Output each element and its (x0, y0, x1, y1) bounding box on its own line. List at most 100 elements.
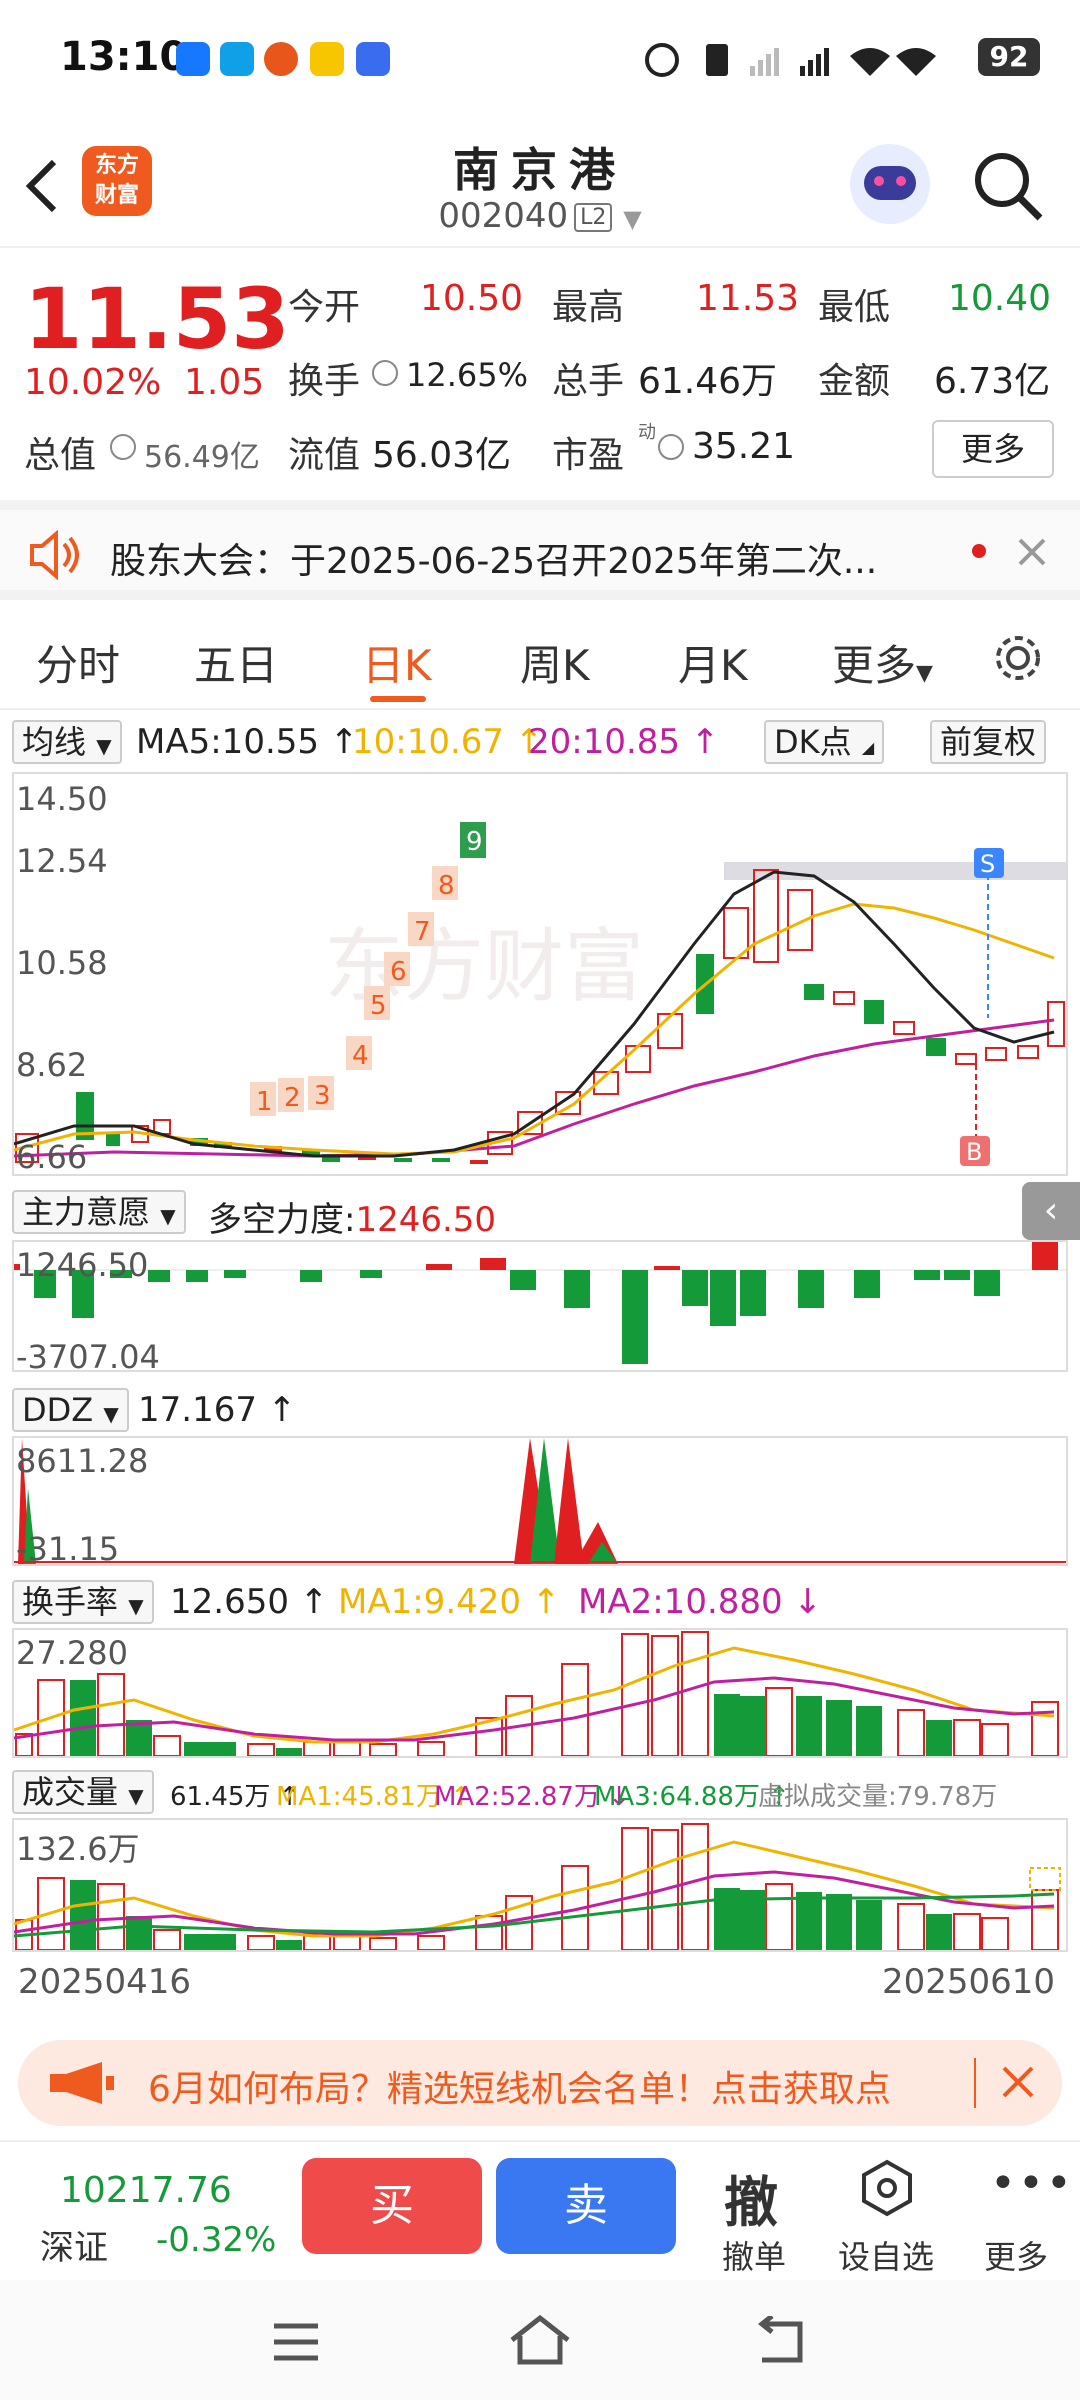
main-force-legend: 主力意愿 ▼ 多空力度:1246.50 ‹ (0, 1182, 1080, 1242)
tab-monthly-k[interactable]: 月K (678, 632, 748, 693)
app-notification-icon (356, 42, 390, 76)
signal-9: 9 (466, 827, 483, 857)
start-date: 20250416 (18, 1962, 192, 2002)
volume-legend: 成交量 ▼ 61.45万 ↑ MA1:45.81万 ↑ MA2:52.87万 ↓… (0, 1762, 1080, 1822)
period-tabs: 分时 五日 日K 周K 月K 更多▼ (0, 610, 1080, 710)
dropdown-icon: ▼ (623, 205, 642, 233)
amount-label: 金额 (818, 361, 891, 402)
svg-text:B: B (966, 1138, 982, 1166)
main-force-label: 多空力度:1246.50 (208, 1200, 497, 1240)
y-label-top: 27.280 (16, 1634, 128, 1672)
y-label-bottom: -31.15 (16, 1530, 120, 1568)
unread-dot (972, 544, 986, 558)
float-value: 56.03亿 (372, 435, 512, 476)
app-notification-icon (264, 42, 298, 76)
adjustment-selector[interactable]: 前复权 (930, 720, 1047, 764)
signal-2: 2 (284, 1083, 301, 1113)
notice-bar[interactable]: 股东大会：于2025-06-25召开2025年第二次... (0, 500, 1080, 600)
cancel-order-button[interactable]: 撤 撤单 (712, 2148, 808, 2278)
info-icon[interactable] (110, 434, 136, 460)
more-actions-button[interactable]: ••• 更多 (970, 2148, 1072, 2278)
tab-more[interactable]: 更多▼ (832, 632, 933, 693)
info-icon[interactable] (372, 360, 398, 386)
virtual-volume: 虚拟成交量:79.78万 (758, 1782, 998, 1812)
tab-intraday[interactable]: 分时 (36, 632, 120, 693)
quote-panel: 11.53 10.02% 1.05 今开 10.50 最高 11.53 最低 1… (0, 250, 1080, 495)
change-abs: 1.05 (184, 362, 265, 403)
add-watchlist-button[interactable]: 设自选 (832, 2148, 942, 2278)
main-force-selector[interactable]: 主力意愿 ▼ (12, 1190, 186, 1234)
high-label: 最高 (552, 287, 625, 328)
main-force-chart[interactable]: 1246.50 -3707.04 (12, 1240, 1068, 1376)
megaphone-icon (50, 2062, 114, 2104)
main-force-svg (14, 1242, 1066, 1364)
ddz-chart[interactable]: 8611.28 -31.15 (12, 1436, 1068, 1568)
index-name: 深证 (40, 2228, 108, 2268)
ma-legend-row: 均线 ▼ MA5:10.55 ↑ 10:10.67 ↑ 20:10.85 ↑ D… (0, 712, 1080, 772)
low-value: 10.40 (948, 278, 1052, 319)
tab-weekly-k[interactable]: 周K (520, 632, 590, 693)
info-icon[interactable] (658, 434, 684, 460)
close-icon[interactable] (1014, 534, 1050, 570)
change-pct: 10.02% (24, 362, 162, 403)
battery-indicator: 92 (978, 38, 1040, 76)
index-value: 10217.76 (60, 2170, 232, 2211)
volume-selector[interactable]: 成交量 ▼ (12, 1770, 154, 1814)
kline-svg: 东方财富 1 2 3 4 5 6 7 8 9 S B (14, 822, 1066, 1166)
index-change: -0.32% (156, 2220, 277, 2260)
svg-text:S: S (980, 850, 995, 878)
wifi-icon (896, 48, 936, 76)
volume-label: 总手 (552, 361, 625, 402)
ma10-value: 10:10.67 ↑ (352, 722, 544, 762)
turnover-chart[interactable]: 27.280 (12, 1628, 1068, 1758)
open-value: 10.50 (420, 278, 524, 319)
signal-8: 8 (438, 871, 455, 901)
divider (974, 2058, 976, 2108)
candles (15, 869, 1065, 1164)
turnover-ma2: MA2:10.880 ↓ (578, 1582, 822, 1622)
pe-value: 35.21 (692, 426, 796, 467)
dk-selector[interactable]: DK点 ◢ (764, 720, 885, 764)
signal-4: 4 (352, 1041, 369, 1071)
more-quote-button[interactable]: 更多 (932, 420, 1054, 478)
pe-dynamic-mark: 动 (638, 422, 656, 443)
buy-button[interactable]: 买 (302, 2158, 482, 2254)
ddz-selector[interactable]: DDZ ▼ (12, 1388, 129, 1432)
tab-daily-k[interactable]: 日K (362, 632, 432, 693)
last-price: 11.53 (24, 270, 290, 368)
tab-five-day[interactable]: 五日 (194, 632, 278, 693)
back-nav-icon[interactable] (752, 2316, 808, 2366)
mktcap-value: 56.49亿 (144, 440, 260, 475)
y-label: 10.58 (16, 944, 108, 982)
y-label: 8.62 (16, 1046, 88, 1084)
search-icon[interactable] (970, 148, 1046, 224)
sell-button[interactable]: 卖 (496, 2158, 676, 2254)
robot-assistant-icon[interactable] (850, 144, 930, 224)
end-date: 20250610 (882, 1962, 1056, 2002)
volume-chart[interactable]: 132.6万 (12, 1818, 1068, 1952)
status-time: 13:10 (60, 34, 188, 80)
kline-chart[interactable]: 东方财富 1 2 3 4 5 6 7 8 9 S B 14.50 12.54 1… (12, 772, 1068, 1176)
stock-header: 东方 财富 南京港 002040 L2 ▼ (0, 120, 1080, 248)
alarm-icon (645, 43, 679, 77)
high-value: 11.53 (696, 278, 800, 319)
ma5-value: MA5:10.55 ↑ (136, 722, 359, 762)
menu-icon[interactable] (270, 2320, 322, 2364)
watch-label: 设自选 (838, 2238, 935, 2276)
turnover-selector[interactable]: 换手率 ▼ (12, 1580, 154, 1624)
more-label: 更多 (984, 2238, 1049, 2276)
close-icon[interactable] (998, 2062, 1038, 2102)
volume-svg (14, 1823, 1061, 1950)
wifi-icon (850, 48, 890, 76)
gear-icon[interactable] (990, 630, 1046, 686)
home-icon[interactable] (508, 2312, 572, 2368)
signal-7: 7 (414, 917, 431, 947)
float-label: 流值 (288, 435, 361, 476)
collapse-panel-icon[interactable]: ‹ (1022, 1182, 1080, 1240)
promo-banner[interactable]: 6月如何布局？精选短线机会名单！点击获取点 (18, 2040, 1062, 2126)
signal-1: 1 (256, 1087, 273, 1117)
index-quote[interactable]: 10217.76 深证 -0.32% (30, 2148, 280, 2278)
hexagon-icon (862, 2159, 912, 2217)
ma-selector[interactable]: 均线 ▼ (12, 720, 122, 764)
system-nav-bar (0, 2280, 1080, 2400)
